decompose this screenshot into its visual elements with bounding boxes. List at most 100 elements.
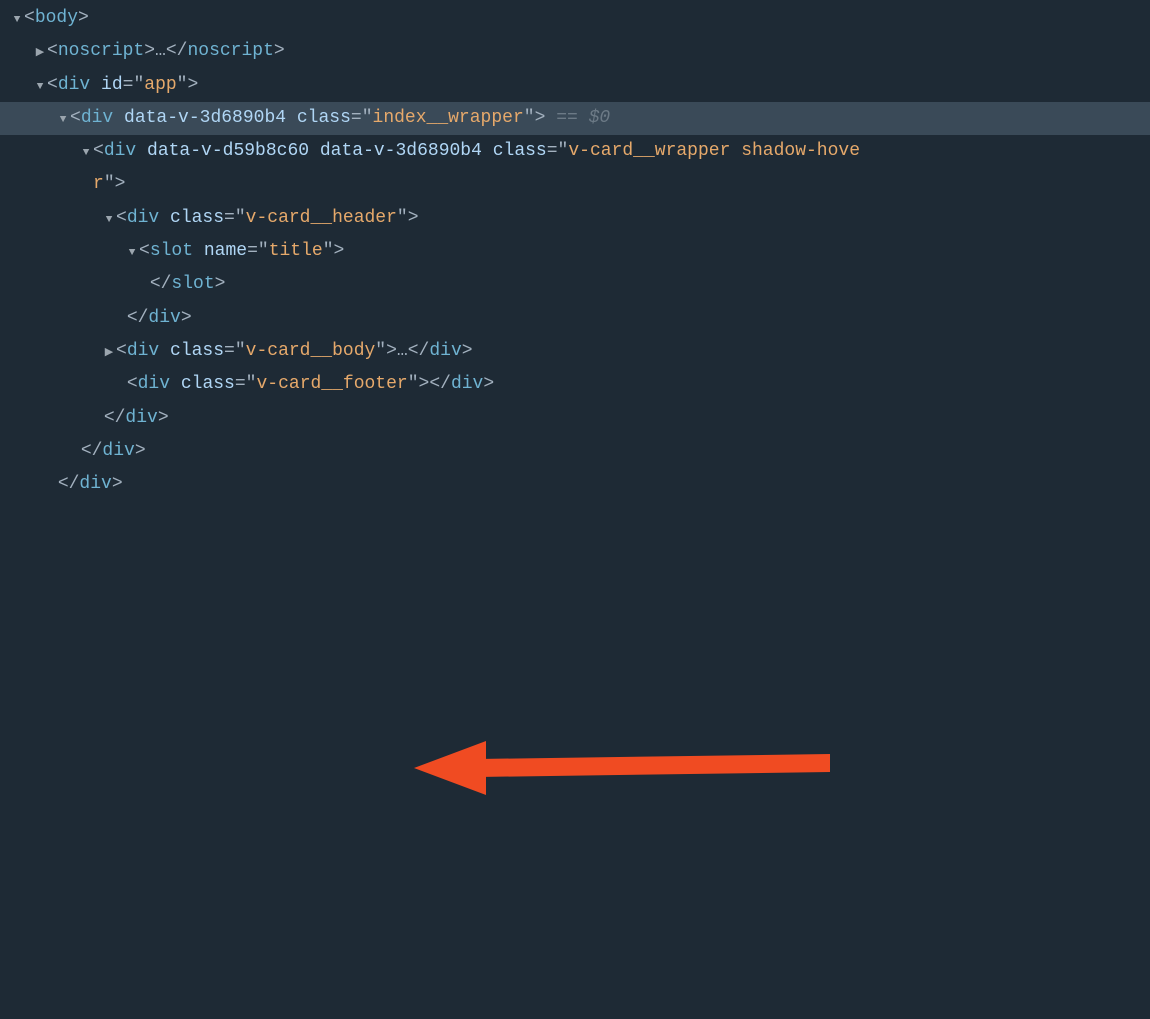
token-space xyxy=(93,408,104,428)
token-tag: div xyxy=(429,341,461,361)
token-tag: div xyxy=(79,474,111,494)
token-attrv: v-card__footer xyxy=(256,374,407,394)
token-punct: < xyxy=(127,374,138,394)
token-eq: = xyxy=(224,341,235,361)
tree-row[interactable]: ▼ </slot> xyxy=(0,268,1150,301)
token-punct: > xyxy=(419,374,430,394)
tree-row[interactable]: ▼<body> xyxy=(0,2,1150,35)
indent-spacer: ▼ xyxy=(79,168,93,201)
token-punct: > xyxy=(78,8,89,28)
token-attrn: data-v-3d6890b4 xyxy=(320,141,482,161)
tree-row[interactable]: ▼<div data-v-3d6890b4 class="index__wrap… xyxy=(0,102,1150,135)
token-punct: > xyxy=(135,441,146,461)
token-punct: > xyxy=(535,108,546,128)
collapse-icon[interactable]: ▼ xyxy=(33,77,47,97)
token-attrv: index__wrapper xyxy=(373,108,524,128)
token-space xyxy=(116,374,127,394)
token-punct: > xyxy=(115,174,126,194)
token-punct: < xyxy=(70,108,81,128)
dom-tree[interactable]: ▼<body>▶<noscript>…</noscript>▼<div id="… xyxy=(0,0,1150,501)
token-attrn: class xyxy=(181,374,235,394)
token-space xyxy=(136,141,147,161)
token-ell: … xyxy=(155,41,166,61)
annotation-arrow xyxy=(0,501,1150,1019)
tree-row[interactable]: ▼r"> xyxy=(0,168,1150,201)
token-dim: == $0 xyxy=(556,108,610,128)
tree-row[interactable]: ▼ </div> xyxy=(0,435,1150,468)
token-attrn: class xyxy=(170,208,224,228)
token-space xyxy=(545,108,556,128)
tree-row[interactable]: ▼ </div> xyxy=(0,402,1150,435)
token-punct: " xyxy=(246,374,257,394)
token-eq: = xyxy=(123,75,134,95)
token-punct: > xyxy=(334,241,345,261)
token-punct: " xyxy=(104,174,115,194)
token-attrn: data-v-3d6890b4 xyxy=(124,108,286,128)
token-punct: > xyxy=(408,208,419,228)
token-attrn: name xyxy=(204,241,247,261)
collapse-icon[interactable]: ▼ xyxy=(56,110,70,130)
token-punct: </ xyxy=(104,408,126,428)
tree-row[interactable]: ▼<div class="v-card__header"> xyxy=(0,202,1150,235)
token-punct: " xyxy=(235,208,246,228)
token-punct: > xyxy=(215,274,226,294)
token-space xyxy=(139,274,150,294)
token-tag: div xyxy=(102,441,134,461)
token-attrn: class xyxy=(297,108,351,128)
tree-row[interactable]: ▼<div id="app"> xyxy=(0,69,1150,102)
token-tag: slot xyxy=(171,274,214,294)
token-tag: div xyxy=(81,108,113,128)
token-space xyxy=(116,308,127,328)
token-punct: " xyxy=(558,141,569,161)
tree-row[interactable]: ▼ <div class="v-card__footer"></div> xyxy=(0,368,1150,401)
token-space xyxy=(159,341,170,361)
token-eq: = xyxy=(247,241,258,261)
tree-row[interactable]: ▼<slot name="title"> xyxy=(0,235,1150,268)
tree-row[interactable]: ▼ </div> xyxy=(0,468,1150,501)
token-tag: noscript xyxy=(58,41,144,61)
token-space xyxy=(286,108,297,128)
token-attrn: data-v-d59b8c60 xyxy=(147,141,309,161)
token-punct: < xyxy=(93,141,104,161)
token-tag: div xyxy=(125,408,157,428)
collapse-icon[interactable]: ▼ xyxy=(125,243,139,263)
token-space xyxy=(193,241,204,261)
token-punct: < xyxy=(116,341,127,361)
collapse-icon[interactable]: ▼ xyxy=(102,210,116,230)
collapse-icon[interactable]: ▼ xyxy=(79,143,93,163)
expand-icon[interactable]: ▶ xyxy=(102,343,116,363)
token-punct: > xyxy=(274,41,285,61)
token-ell: … xyxy=(397,341,408,361)
tree-row[interactable]: ▼ </div> xyxy=(0,302,1150,335)
token-tag: div xyxy=(104,141,136,161)
collapse-icon[interactable]: ▼ xyxy=(10,10,24,30)
token-punct: < xyxy=(47,75,58,95)
token-punct: </ xyxy=(127,308,149,328)
tree-row[interactable]: ▶<noscript>…</noscript> xyxy=(0,35,1150,68)
indent-spacer: ▼ xyxy=(102,302,116,335)
token-attrv: v-card__header xyxy=(246,208,397,228)
token-punct: </ xyxy=(429,374,451,394)
token-punct: > xyxy=(483,374,494,394)
token-punct: </ xyxy=(58,474,80,494)
token-attrn: class xyxy=(493,141,547,161)
token-punct: " xyxy=(133,75,144,95)
token-tag: div xyxy=(127,341,159,361)
indent-spacer: ▼ xyxy=(56,435,70,468)
tree-row[interactable]: ▼<div data-v-d59b8c60 data-v-3d6890b4 cl… xyxy=(0,135,1150,168)
tree-row[interactable]: ▶<div class="v-card__body">…</div> xyxy=(0,335,1150,368)
token-eq: = xyxy=(224,208,235,228)
token-punct: < xyxy=(116,208,127,228)
token-punct: " xyxy=(177,75,188,95)
expand-icon[interactable]: ▶ xyxy=(33,43,47,63)
token-punct: " xyxy=(408,374,419,394)
token-attrv: v-card__body xyxy=(246,341,376,361)
token-punct: </ xyxy=(150,274,172,294)
token-punct: </ xyxy=(166,41,188,61)
token-tag: div xyxy=(451,374,483,394)
token-tag: slot xyxy=(150,241,193,261)
token-punct: " xyxy=(397,208,408,228)
token-eq: = xyxy=(235,374,246,394)
token-tag: div xyxy=(148,308,180,328)
token-punct: > xyxy=(187,75,198,95)
